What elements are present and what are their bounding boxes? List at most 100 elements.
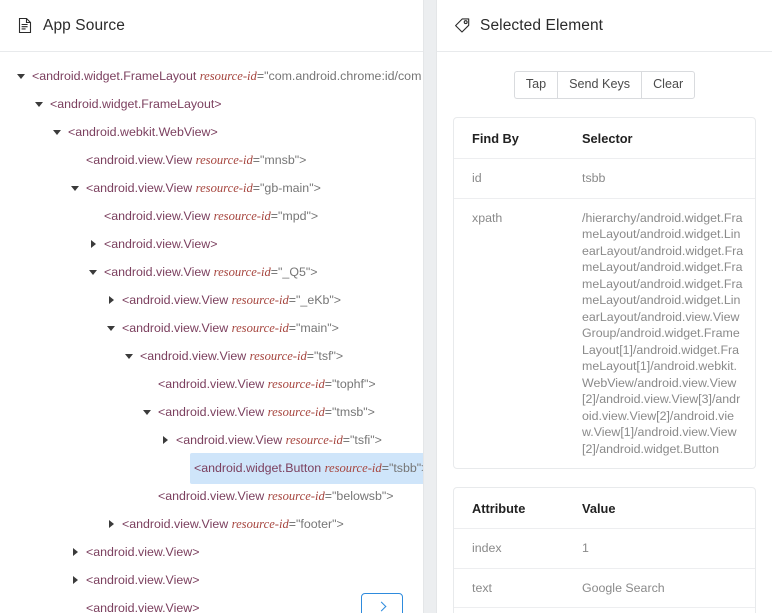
- node-attr-equals: =: [252, 180, 261, 195]
- tree-node-label[interactable]: <android.view.View resource-id="tsfi">: [172, 425, 386, 456]
- tree-node-label[interactable]: <android.view.View resource-id="_eKb">: [118, 285, 345, 316]
- collapse-toggle-icon[interactable]: [140, 398, 154, 426]
- collapse-toggle-icon[interactable]: [50, 118, 64, 146]
- tree-row[interactable]: <android.view.View>: [0, 538, 423, 566]
- collapse-toggle-icon[interactable]: [14, 62, 28, 90]
- expand-toggle-icon[interactable]: [104, 510, 118, 538]
- tree-row[interactable]: <android.view.View resource-id="_eKb">: [0, 286, 423, 314]
- node-attr-value: "gb-main">: [260, 180, 321, 195]
- node-tag: <android.view.View>: [86, 600, 200, 613]
- tree-node-label[interactable]: <android.view.View resource-id="footer">: [118, 509, 348, 540]
- node-attr-name: resource-id: [324, 460, 382, 475]
- node-attr-name: resource-id: [231, 292, 289, 307]
- selector-table-header-row: Find By Selector: [454, 118, 755, 160]
- selector-row-value: tsbb: [564, 158, 755, 199]
- tree-row[interactable]: <android.widget.Button resource-id="tsbb…: [0, 452, 423, 484]
- tree-row[interactable]: <android.view.View resource-id="belowsb"…: [0, 482, 423, 510]
- tree-row[interactable]: <android.view.View resource-id="footer">: [0, 510, 423, 538]
- tree-row[interactable]: <android.view.View>: [0, 566, 423, 594]
- node-attr-name: resource-id: [199, 68, 257, 83]
- node-attr-name: resource-id: [267, 404, 325, 419]
- tree-row[interactable]: <android.view.View>: [0, 230, 423, 258]
- node-attr-value: "tmsb">: [332, 404, 375, 419]
- clear-button[interactable]: Clear: [641, 71, 696, 100]
- node-tag: <android.view.View: [104, 264, 211, 279]
- next-page-button[interactable]: [361, 593, 403, 613]
- tree-row[interactable]: <android.view.View resource-id="tophf">: [0, 370, 423, 398]
- tree-row[interactable]: <android.view.View resource-id="_Q5">: [0, 258, 423, 286]
- expand-toggle-icon[interactable]: [68, 566, 82, 594]
- node-tag: <android.view.View: [140, 348, 247, 363]
- expand-toggle-icon[interactable]: [158, 426, 172, 454]
- tree-row[interactable]: <android.view.View resource-id="main">: [0, 314, 423, 342]
- node-attr-value: "mnsb">: [260, 152, 307, 167]
- node-attr-equals: =: [270, 208, 279, 223]
- expand-toggle-icon[interactable]: [86, 230, 100, 258]
- tree-node-label[interactable]: <android.view.View resource-id="tophf">: [154, 369, 380, 400]
- tree-node-label[interactable]: <android.webkit.WebView>: [64, 117, 222, 148]
- tree-node-label[interactable]: <android.view.View>: [82, 537, 203, 568]
- chevron-right-icon: [376, 601, 386, 612]
- tree-row[interactable]: <android.view.View resource-id="tsf">: [0, 342, 423, 370]
- attribute-card: Attribute Value index1textGoogle Searchc…: [453, 487, 756, 613]
- node-attr-equals: =: [288, 516, 297, 531]
- tree-node-label[interactable]: <android.view.View resource-id="tmsb">: [154, 397, 379, 428]
- tree-node-label[interactable]: <android.view.View resource-id="mpd">: [100, 201, 322, 232]
- tree-row[interactable]: <android.view.View resource-id="tmsb">: [0, 398, 423, 426]
- panel-divider: [424, 0, 436, 613]
- tree-node-label[interactable]: <android.view.View resource-id="mnsb">: [82, 145, 310, 176]
- tree-node-label[interactable]: <android.view.View>: [82, 565, 203, 596]
- tree-node-label[interactable]: <android.view.View resource-id="tsf">: [136, 341, 347, 372]
- node-tag: <android.widget.FrameLayout>: [50, 96, 222, 111]
- node-attr-name: resource-id: [267, 488, 325, 503]
- tree-row[interactable]: <android.webkit.WebView>: [0, 118, 423, 146]
- expand-toggle-icon[interactable]: [68, 538, 82, 566]
- tree-node-label[interactable]: <android.view.View resource-id="main">: [118, 313, 343, 344]
- selector-card: Find By Selector id tsbb xpath/hierarchy/a…: [453, 117, 756, 470]
- tree-row[interactable]: <android.view.View resource-id="mpd">: [0, 202, 423, 230]
- tree-row[interactable]: <android.widget.FrameLayout>: [0, 90, 423, 118]
- tree-node-label[interactable]: <android.view.View resource-id="belowsb"…: [154, 481, 398, 512]
- tree-node-label[interactable]: <android.view.View>: [100, 229, 221, 260]
- tree-node-label[interactable]: <android.widget.FrameLayout resource-id=…: [28, 61, 423, 92]
- node-attr-value: "main">: [296, 320, 339, 335]
- attribute-row: text Google Search: [454, 568, 755, 609]
- node-attr-name: resource-id: [231, 320, 289, 335]
- source-tree[interactable]: <android.widget.FrameLayout resource-id=…: [0, 52, 423, 613]
- selector-table: Find By Selector id tsbb xpath/hierarchy/a…: [454, 118, 755, 468]
- tree-row[interactable]: <android.widget.FrameLayout resource-id=…: [0, 62, 423, 90]
- collapse-toggle-icon[interactable]: [86, 258, 100, 286]
- selector-row-key: xpath: [472, 210, 503, 225]
- node-attr-value: "tsbb">: [388, 460, 423, 475]
- attribute-table: Attribute Value index1textGoogle Searchc…: [454, 488, 755, 613]
- node-attr-value: "tsf">: [314, 348, 344, 363]
- selector-header-find-by: Find By: [454, 118, 564, 160]
- collapse-toggle-icon[interactable]: [104, 314, 118, 342]
- tree-node-label[interactable]: <android.widget.FrameLayout>: [46, 89, 226, 120]
- node-attr-value: "mpd">: [278, 208, 319, 223]
- attribute-row: index 1: [454, 528, 755, 569]
- send-keys-button[interactable]: Send Keys: [557, 71, 642, 100]
- tree-node-label[interactable]: <android.view.View resource-id="_Q5">: [100, 257, 321, 288]
- app-source-header: App Source: [0, 0, 423, 52]
- tree-row[interactable]: <android.view.View resource-id="gb-main"…: [0, 174, 423, 202]
- collapse-toggle-icon[interactable]: [68, 174, 82, 202]
- tap-button[interactable]: Tap: [513, 71, 558, 100]
- node-tag: <android.view.View: [122, 292, 229, 307]
- node-tag: <android.view.View: [158, 488, 265, 503]
- collapse-toggle-icon[interactable]: [122, 342, 136, 370]
- collapse-toggle-icon[interactable]: [32, 90, 46, 118]
- tree-node-label[interactable]: <android.view.View>: [82, 593, 203, 613]
- node-tag: <android.view.View>: [104, 236, 218, 251]
- node-attr-value: "belowsb">: [332, 488, 394, 503]
- expand-toggle-icon[interactable]: [104, 286, 118, 314]
- node-tag: <android.view.View: [86, 152, 193, 167]
- tree-row[interactable]: <android.view.View>: [0, 594, 423, 613]
- tree-row[interactable]: <android.view.View resource-id="mnsb">: [0, 146, 423, 174]
- tree-row[interactable]: <android.view.View resource-id="tsfi">: [0, 426, 423, 454]
- tree-node-label[interactable]: <android.widget.Button resource-id="tsbb…: [190, 452, 423, 484]
- attribute-header-value: Value: [564, 488, 755, 530]
- node-attr-equals: =: [288, 320, 297, 335]
- tree-node-label[interactable]: <android.view.View resource-id="gb-main"…: [82, 173, 325, 204]
